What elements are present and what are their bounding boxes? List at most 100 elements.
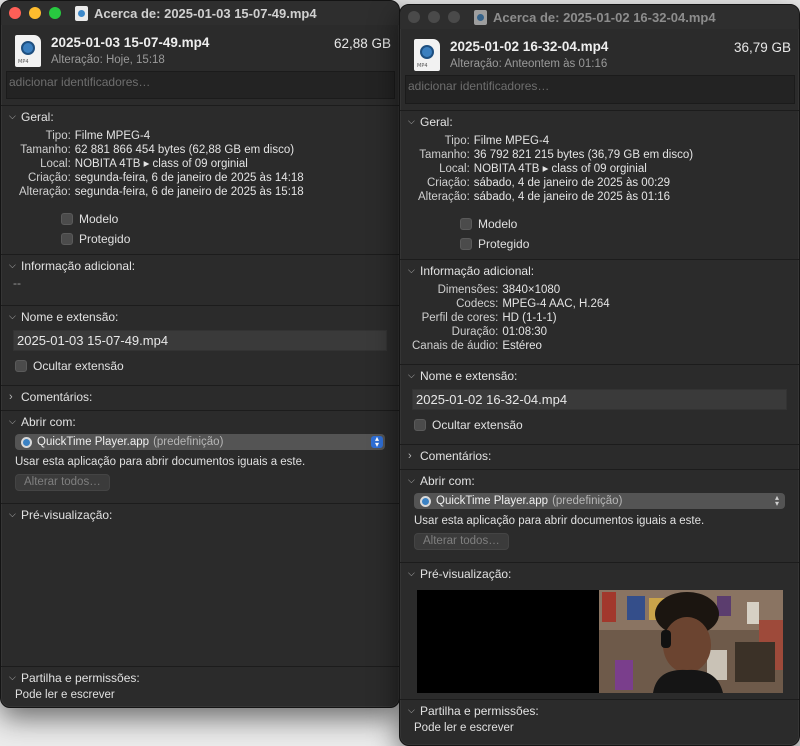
section-header-comments[interactable]: › Comentários:: [400, 445, 799, 466]
checkbox-label: Ocultar extensão: [432, 418, 523, 432]
duration-value: 01:08:30: [502, 326, 548, 338]
title-bar[interactable]: Acerca de: 2025-01-02 16-32-04.mp4: [400, 5, 799, 29]
checkbox[interactable]: [61, 233, 73, 245]
quicktime-icon: [21, 436, 32, 448]
modified-label: Alteração:: [19, 186, 71, 198]
zoom-button[interactable]: [448, 11, 460, 23]
chevron-down-icon: ⌵: [408, 265, 415, 275]
checkbox-label: Ocultar extensão: [33, 359, 124, 373]
permissions-value: Pode ler e escrever: [414, 722, 514, 734]
hide-extension-checkbox[interactable]: Ocultar extensão: [414, 415, 799, 435]
default-label: (predefinição): [552, 495, 623, 507]
default-label: (predefinição): [153, 436, 224, 448]
section-open-with: ⌵ Abrir com: QuickTime Player.app (predefi…: [400, 469, 799, 562]
name-field[interactable]: 2025-01-03 15-07-49.mp4: [13, 330, 387, 351]
section-header-preview[interactable]: ⌵ Pré-visualização:: [400, 563, 799, 584]
change-all-button[interactable]: Alterar todos…: [15, 474, 110, 491]
locked-checkbox[interactable]: Protegido: [460, 234, 799, 254]
modified-value: sábado, 4 de janeiro de 2025 às 01:16: [473, 191, 671, 203]
open-with-popup[interactable]: QuickTime Player.app (predefinição) ▴ ▾: [15, 434, 385, 450]
general-info-list: Tipo: Filme MPEG-4 Tamanho: 36 792 821 215…: [418, 134, 799, 204]
modified-line: Alteração: Anteontem às 01:16: [450, 58, 608, 70]
section-name-extension: ⌵ Nome e extensão: 2025-01-03 15-07-49.mp…: [1, 305, 399, 385]
chevron-right-icon: ›: [408, 449, 412, 462]
open-with-popup[interactable]: QuickTime Player.app (predefinição) ▴ ▾: [414, 493, 785, 509]
section-general: ⌵ Geral: Tipo: Filme MPEG-4 Tamanho: 62 881…: [1, 105, 399, 254]
dimensions-value: 3840×1080: [502, 284, 561, 296]
minimize-button[interactable]: [29, 7, 41, 19]
type-label: Tipo:: [45, 130, 71, 142]
hide-extension-checkbox[interactable]: Ocultar extensão: [15, 356, 399, 376]
window-title: Acerca de: 2025-01-03 15-07-49.mp4: [75, 5, 317, 21]
tags-input[interactable]: adicionar identificadores…: [6, 71, 395, 99]
mp4-file-icon: MP4: [414, 39, 440, 71]
minimize-button[interactable]: [428, 11, 440, 23]
app-name: QuickTime Player.app: [37, 436, 150, 448]
section-open-with: ⌵ Abrir com: QuickTime Player.app (predefi…: [1, 410, 399, 503]
name-field[interactable]: 2025-01-02 16-32-04.mp4: [412, 389, 787, 410]
traffic-lights: [9, 7, 61, 19]
color-profile-value: HD (1-1-1): [502, 312, 557, 324]
section-title: Comentários:: [420, 448, 492, 463]
location-label: Local:: [439, 163, 470, 175]
created-label: Criação:: [27, 172, 71, 184]
close-button[interactable]: [408, 11, 420, 23]
section-header-open-with[interactable]: ⌵ Abrir com:: [400, 470, 799, 491]
section-title: Partilha e permissões:: [21, 670, 140, 685]
close-button[interactable]: [9, 7, 21, 19]
section-header-general[interactable]: ⌵ Geral:: [400, 111, 799, 132]
section-title: Abrir com:: [21, 414, 76, 429]
section-title: Informação adicional:: [420, 263, 535, 278]
section-header-more-info[interactable]: ⌵ Informação adicional:: [400, 260, 799, 281]
traffic-lights: [408, 11, 460, 23]
chevron-down-icon: ⌵: [408, 705, 415, 715]
app-name: QuickTime Player.app: [436, 495, 549, 507]
checkbox[interactable]: [460, 218, 472, 230]
section-name-extension: ⌵ Nome e extensão: 2025-01-02 16-32-04.mp…: [400, 364, 799, 444]
section-header-sharing[interactable]: ⌵ Partilha e permissões:: [400, 700, 799, 721]
stationery-pad-checkbox[interactable]: Modelo: [460, 214, 799, 234]
checkbox-label: Modelo: [478, 217, 518, 231]
section-header-open-with[interactable]: ⌵ Abrir com:: [1, 411, 399, 432]
section-header-more-info[interactable]: ⌵ Informação adicional:: [1, 255, 399, 276]
section-title: Geral:: [21, 109, 54, 124]
section-header-comments[interactable]: › Comentários:: [1, 386, 399, 407]
size-value: 36 792 821 215 bytes (36,79 GB em disco): [473, 149, 694, 161]
file-name: 2025-01-02 16-32-04.mp4: [450, 39, 609, 54]
mp4-file-icon: MP4: [15, 35, 41, 67]
file-size: 36,79 GB: [733, 40, 791, 55]
title-bar[interactable]: Acerca de: 2025-01-03 15-07-49.mp4: [1, 1, 399, 25]
section-header-sharing[interactable]: ⌵ Partilha e permissões:: [1, 667, 399, 688]
section-header-name-extension[interactable]: ⌵ Nome e extensão:: [400, 365, 799, 386]
permissions-value: Pode ler e escrever: [15, 689, 115, 701]
checkbox[interactable]: [61, 213, 73, 225]
video-preview[interactable]: [417, 590, 783, 693]
checkbox-label: Protegido: [478, 237, 530, 251]
checkbox[interactable]: [15, 360, 27, 372]
audio-channels-label: Canais de áudio:: [412, 340, 499, 352]
media-info-list: Dimensões: 3840×1080 Codecs: MPEG-4 AAC, H…: [412, 283, 799, 353]
section-header-name-extension[interactable]: ⌵ Nome e extensão:: [1, 306, 399, 327]
dimensions-label: Dimensões:: [437, 284, 499, 296]
checkbox[interactable]: [460, 238, 472, 250]
info-window-file-2: Acerca de: 2025-01-02 16-32-04.mp4 MP4 2…: [399, 4, 800, 746]
tags-input[interactable]: adicionar identificadores…: [405, 75, 795, 104]
checkbox[interactable]: [414, 419, 426, 431]
section-header-preview[interactable]: ⌵ Pré-visualização:: [1, 504, 399, 525]
size-label: Tamanho:: [419, 149, 470, 161]
section-title: Nome e extensão:: [420, 368, 518, 383]
duration-label: Duração:: [451, 326, 499, 338]
change-all-button[interactable]: Alterar todos…: [414, 533, 509, 550]
chevron-down-icon: ⌵: [408, 370, 415, 380]
open-with-note: Usar esta aplicação para abrir documento…: [15, 456, 306, 468]
quicktime-icon: [420, 495, 431, 507]
modified-value: Hoje, 15:18: [105, 54, 165, 66]
zoom-button[interactable]: [49, 7, 61, 19]
chevron-right-icon: ›: [9, 390, 13, 403]
checkbox-label: Protegido: [79, 232, 131, 246]
chevron-down-icon: ⌵: [408, 475, 415, 485]
locked-checkbox[interactable]: Protegido: [61, 229, 399, 249]
audio-channels-value: Estéreo: [502, 340, 542, 352]
section-header-general[interactable]: ⌵ Geral:: [1, 106, 399, 127]
stationery-pad-checkbox[interactable]: Modelo: [61, 209, 399, 229]
